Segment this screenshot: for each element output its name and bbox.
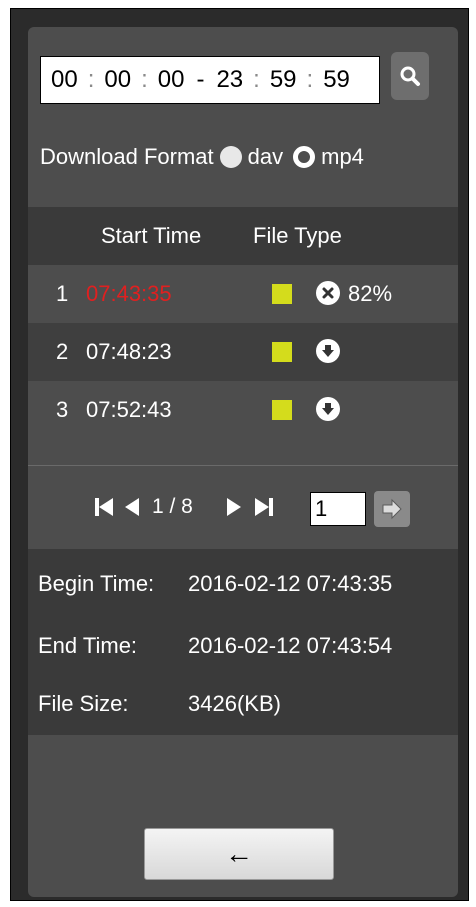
time-separator: : bbox=[87, 66, 95, 93]
file-type-icon bbox=[272, 284, 292, 304]
next-page-icon[interactable] bbox=[226, 497, 242, 523]
search-icon bbox=[400, 66, 420, 86]
time-separator: : bbox=[253, 66, 260, 93]
end-minute[interactable]: 59 bbox=[270, 66, 297, 94]
file-type-icon bbox=[272, 400, 292, 420]
back-arrow-icon: ← bbox=[225, 838, 253, 869]
download-icon[interactable] bbox=[316, 339, 340, 363]
row-start-time[interactable]: 07:43:35 bbox=[86, 281, 172, 307]
time-separator: : bbox=[306, 66, 314, 93]
cancel-icon[interactable] bbox=[316, 281, 340, 305]
file-info-panel: Begin Time: 2016-02-12 07:43:35 End Time… bbox=[28, 549, 458, 735]
row-number: 3 bbox=[56, 397, 69, 422]
begin-time-label: Begin Time: bbox=[38, 571, 155, 596]
row-number: 1 bbox=[56, 281, 69, 306]
page-number-input[interactable]: 1 bbox=[310, 492, 366, 526]
time-separator: : bbox=[141, 66, 148, 93]
header-start-time: Start Time bbox=[101, 223, 202, 248]
go-button[interactable] bbox=[374, 491, 410, 527]
download-format-label: Download Format bbox=[40, 144, 214, 169]
table-row[interactable]: 3 07:52:43 bbox=[28, 381, 458, 439]
end-hour[interactable]: 23 bbox=[216, 66, 243, 94]
time-range-input[interactable]: 00 : 00 : 00 - 23 : 59 : 59 bbox=[40, 56, 380, 104]
radio-dav-label: dav bbox=[247, 144, 284, 169]
file-size-label: File Size: bbox=[38, 691, 129, 716]
row-number: 2 bbox=[56, 339, 69, 364]
end-time-value: 2016-02-12 07:43:54 bbox=[188, 633, 393, 658]
range-dash: - bbox=[196, 66, 205, 93]
go-arrow-icon bbox=[382, 498, 402, 520]
row-start-time[interactable]: 07:52:43 bbox=[86, 397, 172, 423]
radio-mp4[interactable] bbox=[293, 146, 316, 168]
back-button[interactable]: ← bbox=[144, 828, 334, 880]
download-icon[interactable] bbox=[316, 397, 340, 421]
radio-dav[interactable] bbox=[219, 146, 242, 168]
table-row[interactable]: 2 07:48:23 bbox=[28, 323, 458, 381]
radio-mp4-label: mp4 bbox=[321, 144, 364, 169]
prev-page-icon[interactable] bbox=[124, 497, 140, 523]
end-time-label: End Time: bbox=[38, 633, 138, 658]
pagination: 1 / 8 1 bbox=[28, 479, 458, 539]
search-button[interactable] bbox=[391, 52, 429, 100]
header-file-type: File Type bbox=[253, 223, 342, 248]
playback-panel: 00 : 00 : 00 - 23 : 59 : 59 Download For… bbox=[28, 27, 458, 897]
start-second[interactable]: 00 bbox=[158, 66, 185, 94]
table-header: Start Time File Type bbox=[28, 207, 458, 265]
file-size-value: 3426(KB) bbox=[188, 691, 281, 716]
file-type-icon bbox=[272, 342, 292, 362]
start-hour[interactable]: 00 bbox=[51, 66, 78, 94]
start-minute[interactable]: 00 bbox=[104, 66, 131, 94]
row-start-time[interactable]: 07:48:23 bbox=[86, 339, 172, 365]
end-second[interactable]: 59 bbox=[323, 66, 350, 94]
page-indicator: 1 / 8 bbox=[152, 495, 193, 518]
first-page-icon[interactable] bbox=[94, 496, 114, 524]
download-format-row: Download Format dav mp4 bbox=[40, 139, 364, 175]
divider bbox=[28, 465, 458, 466]
last-page-icon[interactable] bbox=[254, 496, 274, 524]
download-progress: 82% bbox=[348, 281, 393, 306]
begin-time-value: 2016-02-12 07:43:35 bbox=[188, 571, 393, 596]
table-row[interactable]: 1 07:43:35 82% bbox=[28, 265, 458, 323]
